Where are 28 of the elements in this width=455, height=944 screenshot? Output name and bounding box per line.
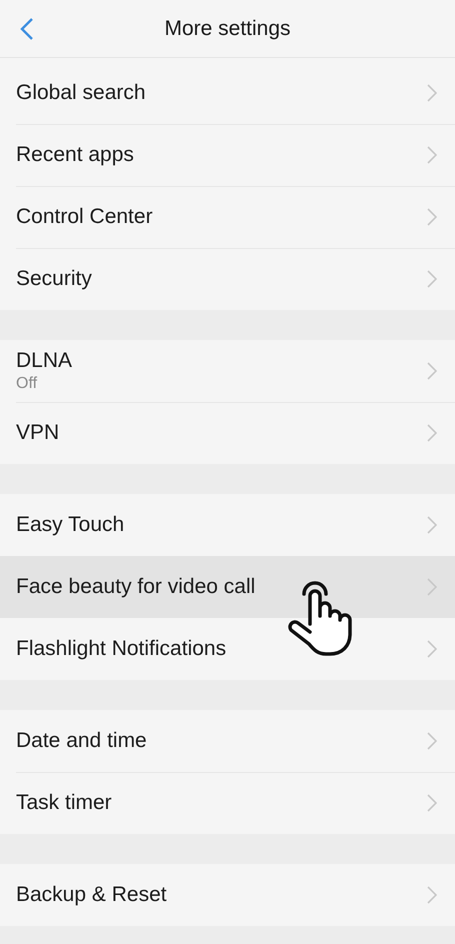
chevron-right-icon [427, 84, 437, 102]
row-label: Easy Touch [16, 513, 126, 537]
row-label: Date and time [16, 729, 148, 753]
chevron-right-icon [427, 578, 437, 596]
chevron-right-icon [427, 886, 437, 904]
row-label: Backup & Reset [16, 883, 168, 907]
row-label: Recent apps [16, 143, 135, 167]
row-label: DLNA [16, 349, 74, 373]
row-value: Off [16, 375, 38, 393]
page-title: More settings [164, 16, 291, 40]
row-label: VPN [16, 421, 60, 445]
row-label: Control Center [16, 205, 154, 229]
row-label: Security [16, 267, 93, 291]
row-label: Global search [16, 81, 147, 105]
hand-cursor-icon [288, 580, 352, 656]
chevron-right-icon [427, 516, 437, 534]
chevron-right-icon [427, 270, 437, 288]
chevron-right-icon [427, 362, 437, 380]
chevron-right-icon [427, 208, 437, 226]
chevron-right-icon [427, 424, 437, 442]
row-label: Task timer [16, 791, 113, 815]
chevron-right-icon [427, 794, 437, 812]
settings-row[interactable]: Face beauty for video call [0, 556, 455, 618]
chevron-right-icon [427, 146, 437, 164]
row-label: Flashlight Notifications [16, 637, 228, 661]
chevron-right-icon [427, 732, 437, 750]
row-label: Face beauty for video call [16, 575, 256, 599]
chevron-right-icon [427, 640, 437, 658]
